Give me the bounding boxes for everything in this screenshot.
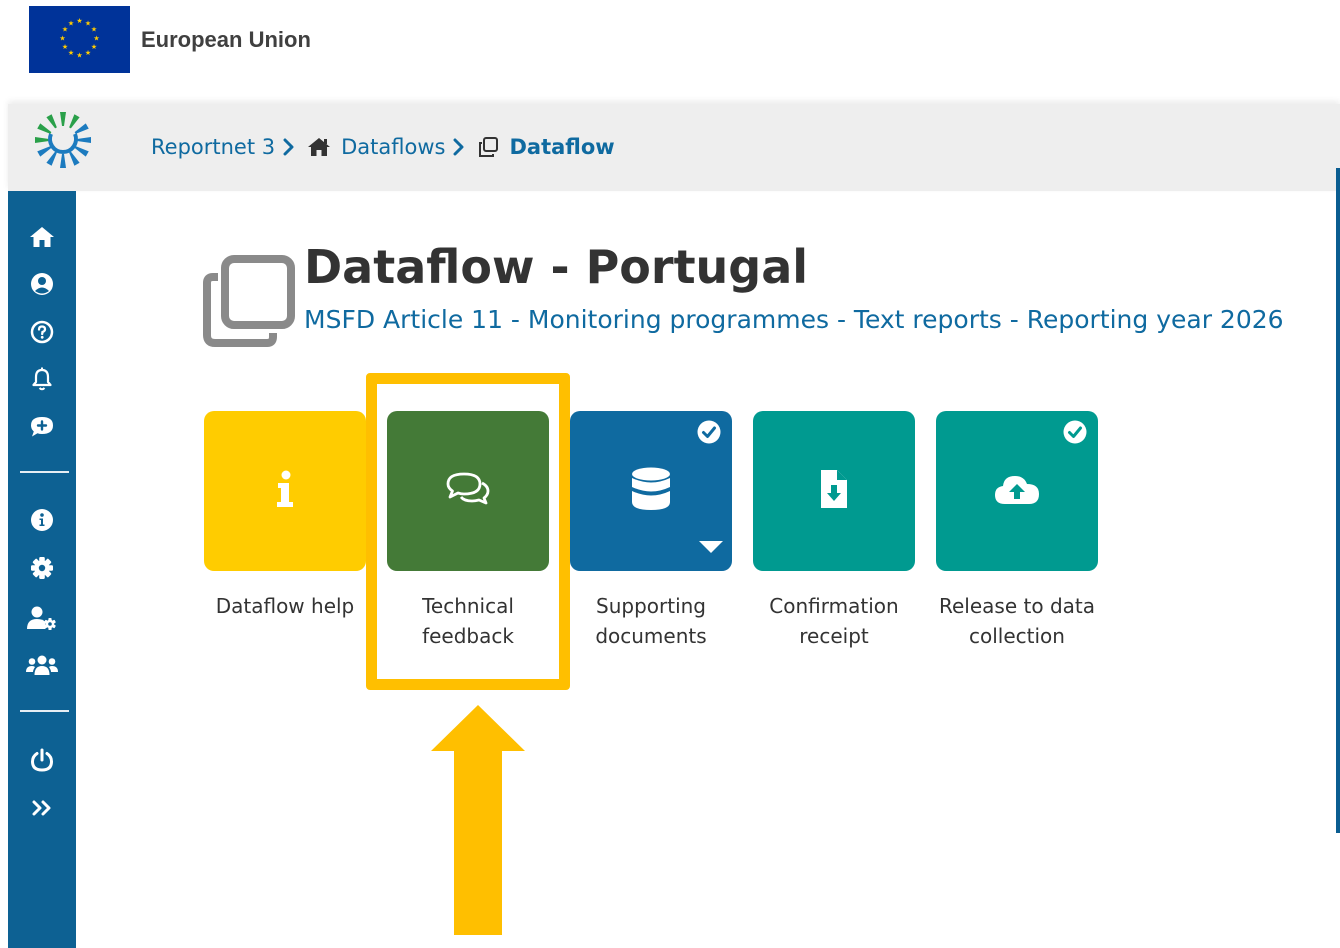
highlight-box — [366, 373, 570, 690]
tile-dataflow-help-button[interactable] — [204, 411, 366, 571]
double-chevron-right-icon[interactable] — [26, 792, 58, 824]
power-icon[interactable] — [26, 744, 58, 776]
svg-text:★: ★ — [93, 35, 99, 43]
tile-label: Supporting documents — [595, 594, 707, 648]
right-panel-edge — [1336, 168, 1340, 833]
tile-confirmation-receipt-button[interactable] — [753, 411, 915, 571]
database-icon — [631, 467, 671, 516]
svg-text:★: ★ — [68, 49, 74, 57]
dataflow-copy-icon — [203, 255, 295, 347]
copy-icon — [477, 136, 499, 158]
svg-text:★: ★ — [91, 26, 97, 34]
svg-text:★: ★ — [59, 35, 65, 43]
svg-text:★: ★ — [62, 43, 68, 51]
tile-supporting-documents[interactable]: Supporting documents — [570, 411, 732, 651]
home-icon — [307, 137, 331, 157]
check-circle-icon — [1063, 420, 1087, 444]
chevron-right-icon — [283, 138, 295, 156]
breadcrumb-item-dataflow: Dataflow — [477, 135, 615, 159]
caret-down-icon[interactable] — [698, 540, 724, 554]
breadcrumb-item-dataflows[interactable]: Dataflows — [307, 135, 445, 159]
svg-text:★: ★ — [68, 20, 74, 28]
eu-title: European Union — [141, 27, 311, 52]
tile-label: Dataflow help — [215, 594, 355, 618]
page-title: Dataflow - Portugal — [304, 240, 809, 294]
gear-icon[interactable] — [26, 552, 58, 584]
home-icon[interactable] — [26, 221, 58, 253]
breadcrumb-label: Reportnet 3 — [151, 135, 276, 159]
check-circle-icon — [697, 420, 721, 444]
tile-label: Confirmation receipt — [769, 594, 899, 648]
cloud-upload-icon — [994, 473, 1040, 510]
reportnet-logo[interactable] — [32, 109, 94, 171]
breadcrumb: Reportnet 3 Dataflows Dataflow — [151, 132, 615, 162]
page-subtitle: MSFD Article 11 - Monitoring programmes … — [304, 305, 1284, 334]
svg-text:★: ★ — [76, 17, 82, 25]
tile-release-to-data-collection[interactable]: Release to data collection — [936, 411, 1098, 651]
tile-supporting-documents-button[interactable] — [570, 411, 732, 571]
tile-confirmation-receipt[interactable]: Confirmation receipt — [753, 411, 915, 651]
breadcrumb-current: Dataflow — [509, 135, 615, 159]
svg-text:★: ★ — [85, 49, 91, 57]
sidebar-divider — [20, 710, 69, 712]
tile-label: Release to data collection — [939, 594, 1095, 648]
eu-flag-logo: ★ ★ ★ ★ ★ ★ ★ ★ ★ ★ ★ ★ — [29, 6, 130, 73]
svg-text:★: ★ — [76, 52, 82, 60]
comment-plus-icon[interactable] — [26, 411, 58, 443]
eu-top-bar: ★ ★ ★ ★ ★ ★ ★ ★ ★ ★ ★ ★ European Union — [0, 0, 1340, 104]
sidebar-divider — [20, 471, 69, 473]
file-download-icon — [820, 469, 848, 514]
user-cog-icon[interactable] — [26, 602, 58, 634]
breadcrumb-item-reportnet[interactable]: Reportnet 3 — [151, 135, 275, 159]
user-circle-icon[interactable] — [26, 268, 58, 300]
tile-dataflow-help[interactable]: Dataflow help — [204, 411, 366, 621]
breadcrumb-label: Dataflows — [341, 135, 446, 159]
svg-text:★: ★ — [91, 43, 97, 51]
arrow-up-annotation — [431, 705, 525, 935]
app-header: Reportnet 3 Dataflows Dataflow — [8, 104, 1340, 191]
left-sidebar — [8, 191, 76, 948]
tile-release-button[interactable] — [936, 411, 1098, 571]
info-circle-icon[interactable] — [26, 504, 58, 536]
users-icon[interactable] — [26, 649, 58, 681]
chevron-right-icon — [453, 138, 465, 156]
bell-icon[interactable] — [26, 363, 58, 395]
question-circle-icon[interactable] — [26, 316, 58, 348]
info-icon — [275, 470, 295, 513]
